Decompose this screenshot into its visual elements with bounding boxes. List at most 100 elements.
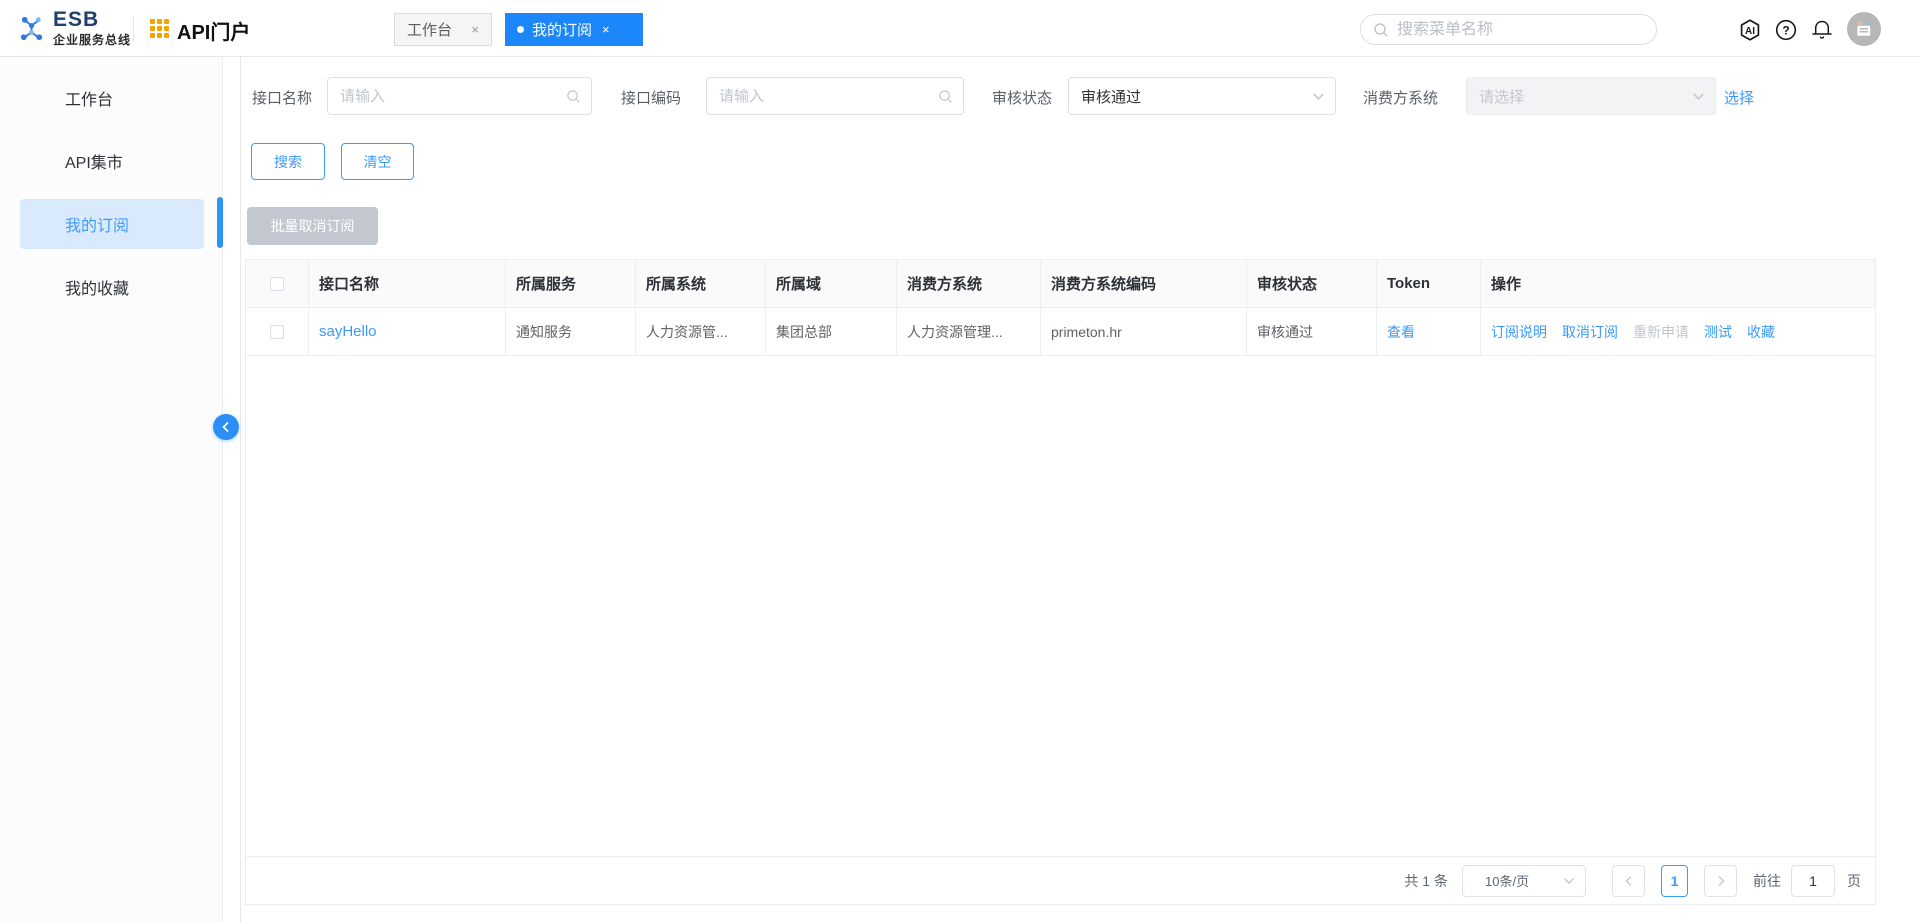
search-button[interactable]: 搜索 xyxy=(251,143,325,180)
sidebar-item-label: API集市 xyxy=(65,155,123,172)
tab-workbench[interactable]: 工作台 × xyxy=(394,13,492,46)
pagination-total: 共 1 条 xyxy=(1404,872,1448,889)
next-page-button[interactable] xyxy=(1704,864,1737,897)
help-icon[interactable]: ? xyxy=(1774,18,1798,42)
clear-button[interactable]: 清空 xyxy=(341,143,414,180)
header-divider xyxy=(133,16,134,42)
tab-workbench-label: 工作台 xyxy=(407,22,453,39)
interface-name-input[interactable] xyxy=(340,87,566,105)
active-tab-dot-icon xyxy=(517,26,524,33)
tab-close-icon[interactable]: × xyxy=(471,22,479,37)
table-row: sayHello 通知服务 人力资源管... 集团总部 人力资源管理... pr… xyxy=(246,308,1875,356)
row-operations: 订阅说明 取消订阅 重新申请 测试 收藏 xyxy=(1491,322,1775,342)
op-unsubscribe[interactable]: 取消订阅 xyxy=(1562,322,1618,342)
select-all-checkbox[interactable] xyxy=(270,276,284,291)
consumer-system-placeholder: 请选择 xyxy=(1479,88,1525,106)
search-icon xyxy=(567,89,580,103)
cell-service: 通知服务 xyxy=(506,308,636,355)
tab-close-icon[interactable]: × xyxy=(602,22,610,37)
chevron-down-icon xyxy=(1564,877,1574,884)
row-checkbox[interactable] xyxy=(270,324,284,339)
logo-subtitle: 企业服务总线 xyxy=(53,33,132,47)
interface-code-field[interactable] xyxy=(706,77,964,115)
sidebar-collapse-button[interactable] xyxy=(213,414,239,440)
audit-status-select[interactable]: 审核通过 xyxy=(1068,77,1336,115)
sidebar-item-label: 我的订阅 xyxy=(65,218,130,235)
bell-icon[interactable] xyxy=(1810,18,1834,42)
sidebar-nav: 工作台 API集市 我的订阅 我的收藏 xyxy=(0,57,223,922)
main-content: 接口名称 接口编码 审核状态 审核通过 消费方系统 请选择 选择 搜索 清空 批… xyxy=(240,57,1920,922)
sidebar-item-label: 我的收藏 xyxy=(65,281,130,298)
col-interface-name: 接口名称 xyxy=(309,260,506,307)
sidebar-item-my-subscriptions[interactable]: 我的订阅 xyxy=(20,199,204,249)
consumer-system-label: 消费方系统 xyxy=(1363,90,1439,107)
menu-search-box[interactable] xyxy=(1360,14,1657,45)
interface-code-label: 接口编码 xyxy=(621,90,682,107)
op-subscription-info[interactable]: 订阅说明 xyxy=(1491,322,1547,342)
search-icon xyxy=(1374,22,1388,37)
interface-code-input[interactable] xyxy=(719,87,938,105)
chevron-left-icon xyxy=(222,422,229,432)
op-test[interactable]: 测试 xyxy=(1704,322,1732,342)
page-size-select[interactable]: 10条/页 xyxy=(1462,864,1586,897)
op-reapply: 重新申请 xyxy=(1633,323,1689,340)
chevron-down-icon xyxy=(1313,93,1324,100)
sidebar-item-my-favorites[interactable]: 我的收藏 xyxy=(20,262,204,312)
table-header-row: 接口名称 所属服务 所属系统 所属域 消费方系统 消费方系统编码 审核状态 To… xyxy=(246,260,1875,308)
prev-page-button[interactable] xyxy=(1612,864,1645,897)
subscriptions-table: 接口名称 所属服务 所属系统 所属域 消费方系统 消费方系统编码 审核状态 To… xyxy=(245,259,1876,905)
audit-status-label: 审核状态 xyxy=(992,90,1053,107)
sidebar-item-workbench[interactable]: 工作台 xyxy=(20,73,204,123)
col-consumer-code: 消费方系统编码 xyxy=(1041,260,1247,307)
audit-status-value: 审核通过 xyxy=(1081,88,1142,106)
op-favorite[interactable]: 收藏 xyxy=(1747,322,1775,342)
interface-name-link[interactable]: sayHello xyxy=(319,323,377,340)
cell-domain: 集团总部 xyxy=(766,308,897,355)
avatar-glyph-icon xyxy=(1857,21,1871,36)
svg-text:AI: AI xyxy=(1745,26,1755,37)
interface-name-label: 接口名称 xyxy=(252,90,313,107)
active-item-indicator xyxy=(217,197,223,248)
page-unit-label: 页 xyxy=(1847,872,1861,889)
pagination-bar: 共 1 条 10条/页 1 前往 页 xyxy=(246,856,1875,904)
consumer-system-select: 请选择 xyxy=(1466,77,1716,115)
menu-search-input[interactable] xyxy=(1397,20,1644,39)
batch-unsubscribe-button[interactable]: 批量取消订阅 xyxy=(247,207,378,245)
col-system: 所属系统 xyxy=(636,260,766,307)
col-token: Token xyxy=(1377,260,1481,307)
esb-logo-text: ESB 企业服务总线 xyxy=(53,9,131,46)
chevron-down-icon xyxy=(1693,93,1704,100)
cell-system: 人力资源管... xyxy=(636,308,766,355)
user-avatar[interactable] xyxy=(1847,12,1881,46)
cell-consumer-code: primeton.hr xyxy=(1041,308,1247,355)
token-view-link[interactable]: 查看 xyxy=(1387,322,1415,342)
current-page-button[interactable]: 1 xyxy=(1661,864,1688,897)
top-header: ESB 企业服务总线 API门户 工作台 × 我的订阅 × AI ? xyxy=(0,0,1920,57)
logo-title: ESB xyxy=(53,8,100,31)
cell-consumer: 人力资源管理... xyxy=(897,308,1041,355)
goto-page-label: 前往 xyxy=(1753,872,1781,889)
consumer-system-choose-link[interactable]: 选择 xyxy=(1724,87,1754,108)
tab-my-subscriptions[interactable]: 我的订阅 × xyxy=(505,13,643,46)
svg-text:?: ? xyxy=(1782,24,1789,38)
interface-name-field[interactable] xyxy=(327,77,592,115)
search-icon xyxy=(939,89,952,103)
sidebar-item-label: 工作台 xyxy=(65,92,114,109)
col-audit-status: 审核状态 xyxy=(1247,260,1377,307)
portal-title: API门户 xyxy=(177,22,251,44)
ai-assistant-icon[interactable]: AI xyxy=(1738,18,1762,42)
table-empty-area xyxy=(246,356,1875,856)
tab-my-subscriptions-label: 我的订阅 xyxy=(532,22,593,39)
col-consumer-system: 消费方系统 xyxy=(897,260,1041,307)
col-service: 所属服务 xyxy=(506,260,636,307)
col-operations: 操作 xyxy=(1491,276,1522,293)
sidebar-item-api-market[interactable]: API集市 xyxy=(20,136,204,186)
page-size-value: 10条/页 xyxy=(1485,874,1530,889)
esb-logo-icon xyxy=(20,16,43,41)
api-portal-grid-icon xyxy=(150,19,169,38)
col-domain: 所属域 xyxy=(766,260,897,307)
chevron-right-icon xyxy=(1718,875,1724,886)
goto-page-input[interactable] xyxy=(1791,864,1835,897)
cell-audit-status: 审核通过 xyxy=(1247,308,1377,355)
chevron-left-icon xyxy=(1625,875,1631,886)
